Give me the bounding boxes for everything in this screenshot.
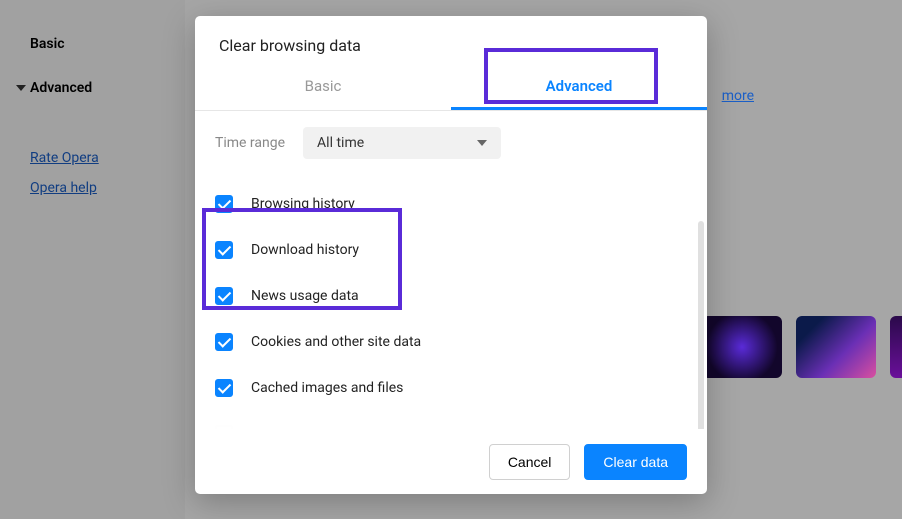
wallpaper-thumbnails <box>702 316 902 378</box>
time-range-label: Time range <box>215 135 285 151</box>
checkbox-icon[interactable] <box>215 287 233 305</box>
checkbox-icon[interactable] <box>215 379 233 397</box>
checkbox-icon[interactable] <box>215 195 233 213</box>
wallpaper-thumb[interactable] <box>796 316 876 378</box>
learn-more-link[interactable]: more <box>722 88 754 104</box>
option-label: News usage data <box>251 288 359 304</box>
option-browsing-history[interactable]: Browsing history <box>215 181 683 227</box>
dialog-footer: Cancel Clear data <box>195 429 707 494</box>
option-passwords[interactable] <box>215 411 683 429</box>
checkbox-icon[interactable] <box>215 333 233 351</box>
tab-advanced[interactable]: Advanced <box>451 63 707 110</box>
dialog-tabs: Basic Advanced <box>195 63 707 111</box>
wallpaper-thumb[interactable] <box>702 316 782 378</box>
option-download-history[interactable]: Download history <box>215 227 683 273</box>
time-range-select[interactable]: All time <box>303 127 501 159</box>
option-cookies[interactable]: Cookies and other site data <box>215 319 683 365</box>
time-range-value: All time <box>317 135 364 151</box>
tab-basic[interactable]: Basic <box>195 63 451 110</box>
checkbox-icon[interactable] <box>215 425 233 429</box>
option-label: Browsing history <box>251 196 355 212</box>
option-cached-images[interactable]: Cached images and files <box>215 365 683 411</box>
clear-browsing-data-dialog: Clear browsing data Basic Advanced Time … <box>195 16 707 494</box>
dialog-body: Time range All time Browsing history Dow… <box>195 111 707 429</box>
option-news-usage-data[interactable]: News usage data <box>215 273 683 319</box>
scrollbar[interactable] <box>698 221 704 429</box>
checkbox-icon[interactable] <box>215 241 233 259</box>
dialog-title: Clear browsing data <box>195 16 707 63</box>
option-label: Cookies and other site data <box>251 334 421 350</box>
wallpaper-thumb[interactable] <box>890 316 902 378</box>
cancel-button[interactable]: Cancel <box>489 444 571 480</box>
option-label: Cached images and files <box>251 380 403 396</box>
option-label: Download history <box>251 242 359 258</box>
clear-data-button[interactable]: Clear data <box>584 444 687 480</box>
chevron-down-icon <box>477 140 487 146</box>
